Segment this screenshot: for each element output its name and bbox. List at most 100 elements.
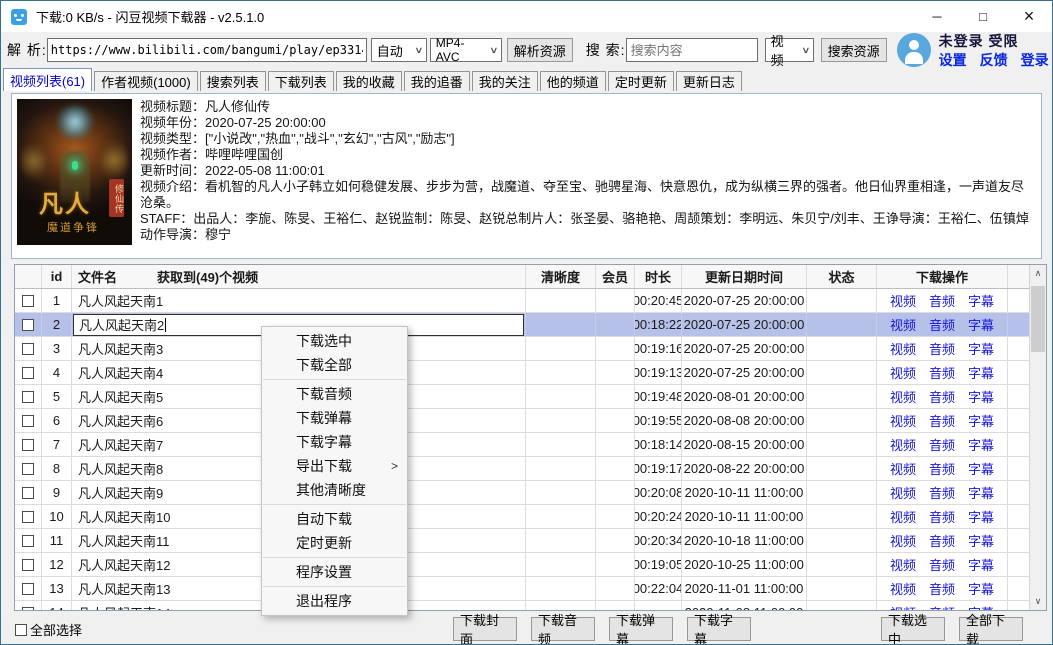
table-row[interactable]: 9凡人风起天南900:20:082020-10-11 11:00:00视频音频字… <box>15 481 1046 505</box>
format-dropdown[interactable]: MP4-AVC ∨ <box>430 38 502 62</box>
action-subtitle-link[interactable]: 字幕 <box>968 579 994 598</box>
action-video-link[interactable]: 视频 <box>890 315 916 334</box>
parse-resource-button[interactable]: 解析资源 <box>507 38 573 62</box>
action-video-link[interactable]: 视频 <box>890 483 916 502</box>
action-audio-link[interactable]: 音频 <box>929 555 955 574</box>
header-vip[interactable]: 会员 <box>596 265 635 288</box>
table-row[interactable]: 11凡人风起天南1100:20:342020-10-18 11:00:00视频音… <box>15 529 1046 553</box>
row-checkbox[interactable] <box>22 535 34 547</box>
action-audio-link[interactable]: 音频 <box>929 507 955 526</box>
tab-my-follows[interactable]: 我的关注 <box>472 71 538 91</box>
action-subtitle-link[interactable]: 字幕 <box>968 315 994 334</box>
table-row[interactable]: 4凡人风起天南400:19:132020-07-25 20:00:00视频音频字… <box>15 361 1046 385</box>
url-input[interactable] <box>47 38 367 62</box>
select-all-checkbox[interactable] <box>15 624 27 636</box>
action-subtitle-link[interactable]: 字幕 <box>968 531 994 550</box>
search-resource-button[interactable]: 搜索资源 <box>821 38 887 62</box>
tab-my-bangumi[interactable]: 我的追番 <box>404 71 470 91</box>
row-checkbox[interactable] <box>22 559 34 571</box>
header-status[interactable]: 状态 <box>807 265 877 288</box>
action-subtitle-link[interactable]: 字幕 <box>968 555 994 574</box>
action-video-link[interactable]: 视频 <box>890 531 916 550</box>
settings-link[interactable]: 设置 <box>939 53 967 67</box>
action-video-link[interactable]: 视频 <box>890 507 916 526</box>
row-checkbox[interactable] <box>22 439 34 451</box>
action-subtitle-link[interactable]: 字幕 <box>968 435 994 454</box>
tab-author-videos[interactable]: 作者视频(1000) <box>94 71 198 91</box>
download-all-button[interactable]: 全部下载 <box>959 617 1023 641</box>
action-video-link[interactable]: 视频 <box>890 603 916 610</box>
download-danmaku-button[interactable]: 下载弹幕 <box>609 617 673 641</box>
action-video-link[interactable]: 视频 <box>890 291 916 310</box>
header-duration[interactable]: 时长 <box>635 265 682 288</box>
row-checkbox[interactable] <box>22 607 34 611</box>
action-subtitle-link[interactable]: 字幕 <box>968 459 994 478</box>
download-subtitle-button[interactable]: 下载字幕 <box>687 617 751 641</box>
action-audio-link[interactable]: 音频 <box>929 483 955 502</box>
action-audio-link[interactable]: 音频 <box>929 315 955 334</box>
menu-download-audio[interactable]: 下载音频 <box>262 382 407 406</box>
download-audio-button[interactable]: 下载音频 <box>531 617 595 641</box>
action-subtitle-link[interactable]: 字幕 <box>968 387 994 406</box>
table-row[interactable]: 1凡人风起天南100:20:452020-07-25 20:00:00视频音频字… <box>15 289 1046 313</box>
tab-video-list[interactable]: 视频列表(61) <box>3 68 92 91</box>
user-avatar[interactable] <box>897 33 931 67</box>
action-audio-link[interactable]: 音频 <box>929 363 955 382</box>
scroll-up-icon[interactable]: ∧ <box>1030 265 1046 282</box>
menu-program-settings[interactable]: 程序设置 <box>262 560 407 584</box>
menu-auto-download[interactable]: 自动下载 <box>262 507 407 531</box>
action-audio-link[interactable]: 音频 <box>929 459 955 478</box>
action-audio-link[interactable]: 音频 <box>929 603 955 610</box>
action-subtitle-link[interactable]: 字幕 <box>968 507 994 526</box>
table-row[interactable]: 8凡人风起天南800:19:172020-08-22 20:00:00视频音频字… <box>15 457 1046 481</box>
action-audio-link[interactable]: 音频 <box>929 435 955 454</box>
tab-search-list[interactable]: 搜索列表 <box>200 71 266 91</box>
menu-download-all[interactable]: 下载全部 <box>262 353 407 377</box>
menu-download-subtitle[interactable]: 下载字幕 <box>262 430 407 454</box>
row-checkbox[interactable] <box>22 319 34 331</box>
search-type-dropdown[interactable]: 视频 ∨ <box>765 38 814 62</box>
menu-exit-program[interactable]: 退出程序 <box>262 589 407 613</box>
table-row[interactable]: 10凡人风起天南1000:20:242020-10-11 11:00:00视频音… <box>15 505 1046 529</box>
feedback-link[interactable]: 反馈 <box>980 53 1008 67</box>
menu-other-quality[interactable]: 其他清晰度 <box>262 478 407 502</box>
minimize-button[interactable]: ─ <box>914 1 960 32</box>
row-checkbox[interactable] <box>22 511 34 523</box>
action-subtitle-link[interactable]: 字幕 <box>968 291 994 310</box>
action-audio-link[interactable]: 音频 <box>929 387 955 406</box>
table-row[interactable]: 2凡人风起天南200:18:222020-07-25 20:00:00视频音频字… <box>15 313 1046 337</box>
action-subtitle-link[interactable]: 字幕 <box>968 363 994 382</box>
vertical-scrollbar[interactable]: ∧ ∨ <box>1029 265 1046 610</box>
action-audio-link[interactable]: 音频 <box>929 411 955 430</box>
header-id[interactable]: id <box>42 265 72 288</box>
action-audio-link[interactable]: 音频 <box>929 531 955 550</box>
maximize-button[interactable]: □ <box>960 1 1006 32</box>
action-subtitle-link[interactable]: 字幕 <box>968 483 994 502</box>
search-input[interactable] <box>626 38 758 62</box>
row-checkbox[interactable] <box>22 583 34 595</box>
action-video-link[interactable]: 视频 <box>890 459 916 478</box>
tab-his-channel[interactable]: 他的频道 <box>540 71 606 91</box>
action-video-link[interactable]: 视频 <box>890 435 916 454</box>
download-selected-button[interactable]: 下载选中 <box>881 617 945 641</box>
scroll-down-icon[interactable]: ∨ <box>1030 593 1046 610</box>
table-row[interactable]: 3凡人风起天南300:19:162020-07-25 20:00:00视频音频字… <box>15 337 1046 361</box>
row-checkbox[interactable] <box>22 487 34 499</box>
close-button[interactable]: × <box>1006 1 1052 32</box>
action-subtitle-link[interactable]: 字幕 <box>968 411 994 430</box>
action-video-link[interactable]: 视频 <box>890 411 916 430</box>
table-row[interactable]: 7凡人风起天南700:18:142020-08-15 20:00:00视频音频字… <box>15 433 1046 457</box>
action-audio-link[interactable]: 音频 <box>929 579 955 598</box>
row-checkbox[interactable] <box>22 295 34 307</box>
row-checkbox[interactable] <box>22 415 34 427</box>
menu-export-download[interactable]: 导出下载> <box>262 454 407 478</box>
table-row[interactable]: 6凡人风起天南600:19:552020-08-08 20:00:00视频音频字… <box>15 409 1046 433</box>
table-row[interactable]: 14凡人风起天南142020-11-08 11:00:00视频音频字幕 <box>15 601 1046 610</box>
action-video-link[interactable]: 视频 <box>890 339 916 358</box>
action-subtitle-link[interactable]: 字幕 <box>968 603 994 610</box>
header-filename[interactable]: 文件名 获取到(49)个视频 <box>72 265 526 288</box>
title-bar[interactable]: 下载:0 KB/s - 闪豆视频下载器 - v2.5.1.0 ─ □ × <box>1 1 1052 32</box>
action-video-link[interactable]: 视频 <box>890 579 916 598</box>
menu-download-danmaku[interactable]: 下载弹幕 <box>262 406 407 430</box>
header-quality[interactable]: 清晰度 <box>526 265 596 288</box>
